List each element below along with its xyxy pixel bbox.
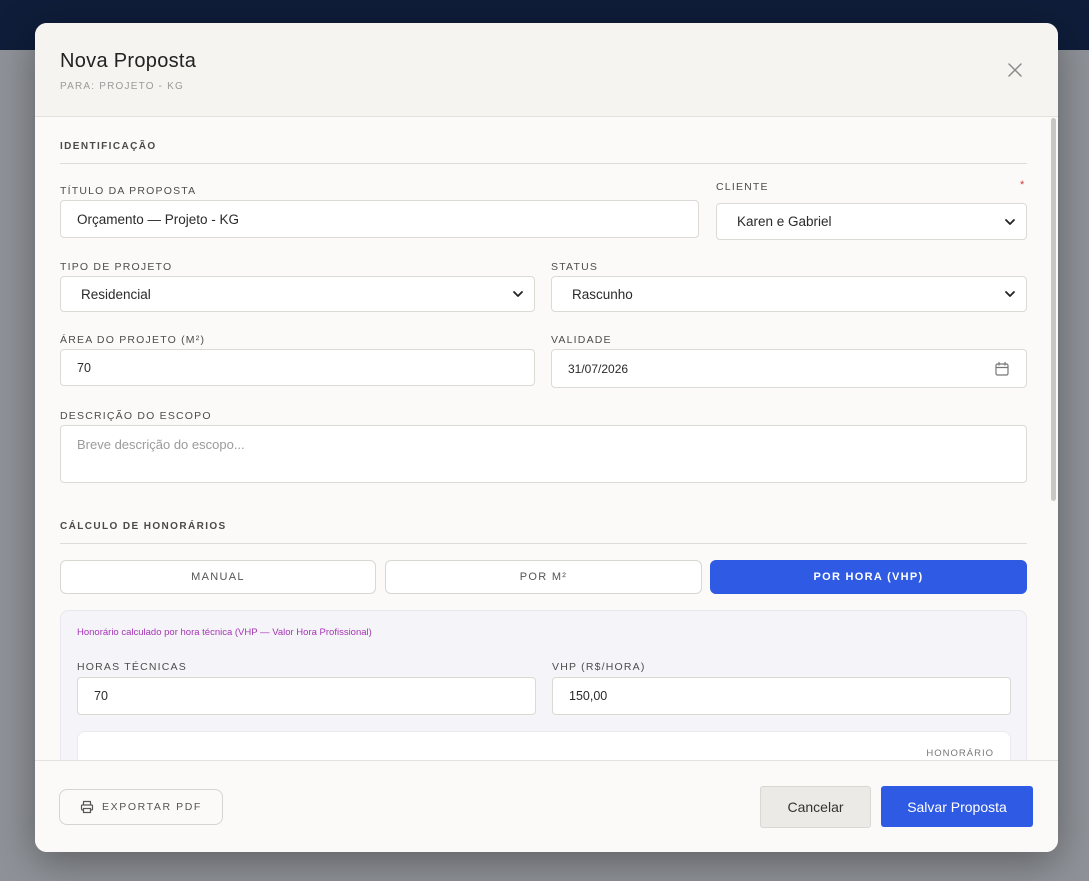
descricao-placeholder: Breve descrição do escopo...: [77, 437, 245, 452]
validade-value: 31/07/2026: [568, 361, 629, 376]
close-button[interactable]: [1005, 60, 1025, 80]
titulo-input[interactable]: Orçamento — Projeto - KG: [60, 200, 699, 238]
mode-por-m2-label: POR M²: [519, 571, 568, 583]
close-icon: [1008, 63, 1022, 77]
titulo-label: TÍTULO DA PROPOSTA: [60, 185, 197, 197]
save-proposal-button[interactable]: Salvar Proposta: [881, 786, 1033, 827]
mode-por-hora-button[interactable]: POR HORA (VHP): [710, 560, 1027, 594]
vhp-panel: Honorário calculado por hora técnica (VH…: [60, 610, 1027, 760]
section-divider: [60, 543, 1027, 544]
cliente-select[interactable]: Karen e Gabriel: [716, 203, 1027, 240]
tipo-select[interactable]: Residencial: [60, 276, 535, 312]
horas-input[interactable]: 70: [77, 677, 536, 715]
area-value: 70: [77, 360, 91, 375]
mode-por-hora-label: POR HORA (VHP): [813, 571, 924, 583]
vhp-input[interactable]: 150,00: [552, 677, 1011, 715]
area-input[interactable]: 70: [60, 349, 535, 386]
section-title-identificacao: IDENTIFICAÇÃO: [60, 141, 157, 152]
modal-title: Nova Proposta: [60, 50, 197, 72]
modal-body: IDENTIFICAÇÃO TÍTULO DA PROPOSTA Orçamen…: [35, 117, 1058, 760]
descricao-textarea[interactable]: Breve descrição do escopo...: [60, 425, 1027, 483]
new-proposal-modal: Nova Proposta PARA: PROJETO - KG IDENTIF…: [35, 23, 1058, 852]
vhp-note: Honorário calculado por hora técnica (VH…: [77, 627, 372, 638]
validade-date-input[interactable]: 31/07/2026: [551, 349, 1027, 388]
vhp-label: VHP (R$/HORA): [552, 661, 646, 673]
vhp-value: 150,00: [569, 689, 608, 703]
modal-header: Nova Proposta PARA: PROJETO - KG: [35, 23, 1058, 117]
area-label: ÁREA DO PROJETO (M²): [60, 334, 206, 346]
descricao-label: DESCRIÇÃO DO ESCOPO: [60, 410, 212, 422]
honorario-label: HONORÁRIO: [926, 748, 994, 759]
chevron-down-icon: [1005, 218, 1015, 225]
horas-value: 70: [94, 689, 108, 703]
titulo-value: Orçamento — Projeto - KG: [77, 211, 240, 227]
chevron-down-icon: [513, 291, 523, 297]
horas-label: HORAS TÉCNICAS: [77, 661, 187, 673]
status-label: STATUS: [551, 261, 599, 273]
cancel-button[interactable]: Cancelar: [760, 786, 871, 828]
export-pdf-label: EXPORTAR PDF: [102, 801, 202, 813]
mode-manual-button[interactable]: MANUAL: [60, 560, 376, 594]
required-mark: *: [1020, 179, 1025, 191]
export-pdf-button[interactable]: EXPORTAR PDF: [59, 789, 223, 825]
tipo-value: Residencial: [81, 286, 151, 302]
tipo-label: TIPO DE PROJETO: [60, 261, 173, 273]
cliente-label: CLIENTE: [716, 181, 769, 193]
section-divider: [60, 163, 1027, 164]
honorario-summary-card: HONORÁRIO: [77, 731, 1011, 760]
status-value: Rascunho: [572, 286, 633, 302]
section-title-honorarios: CÁLCULO DE HONORÁRIOS: [60, 521, 227, 532]
mode-manual-label: MANUAL: [191, 571, 245, 583]
modal-footer: EXPORTAR PDF Cancelar Salvar Proposta: [35, 760, 1058, 852]
cliente-value: Karen e Gabriel: [737, 214, 832, 229]
save-label: Salvar Proposta: [907, 798, 1007, 815]
status-select[interactable]: Rascunho: [551, 276, 1027, 312]
printer-icon: [80, 800, 94, 814]
modal-subtitle: PARA: PROJETO - KG: [60, 81, 185, 92]
chevron-down-icon: [1005, 291, 1015, 297]
validade-label: VALIDADE: [551, 334, 612, 346]
calendar-icon[interactable]: [994, 361, 1010, 377]
mode-por-m2-button[interactable]: POR M²: [385, 560, 702, 594]
cancel-label: Cancelar: [787, 799, 844, 815]
modal-scrollbar[interactable]: [1051, 118, 1056, 501]
